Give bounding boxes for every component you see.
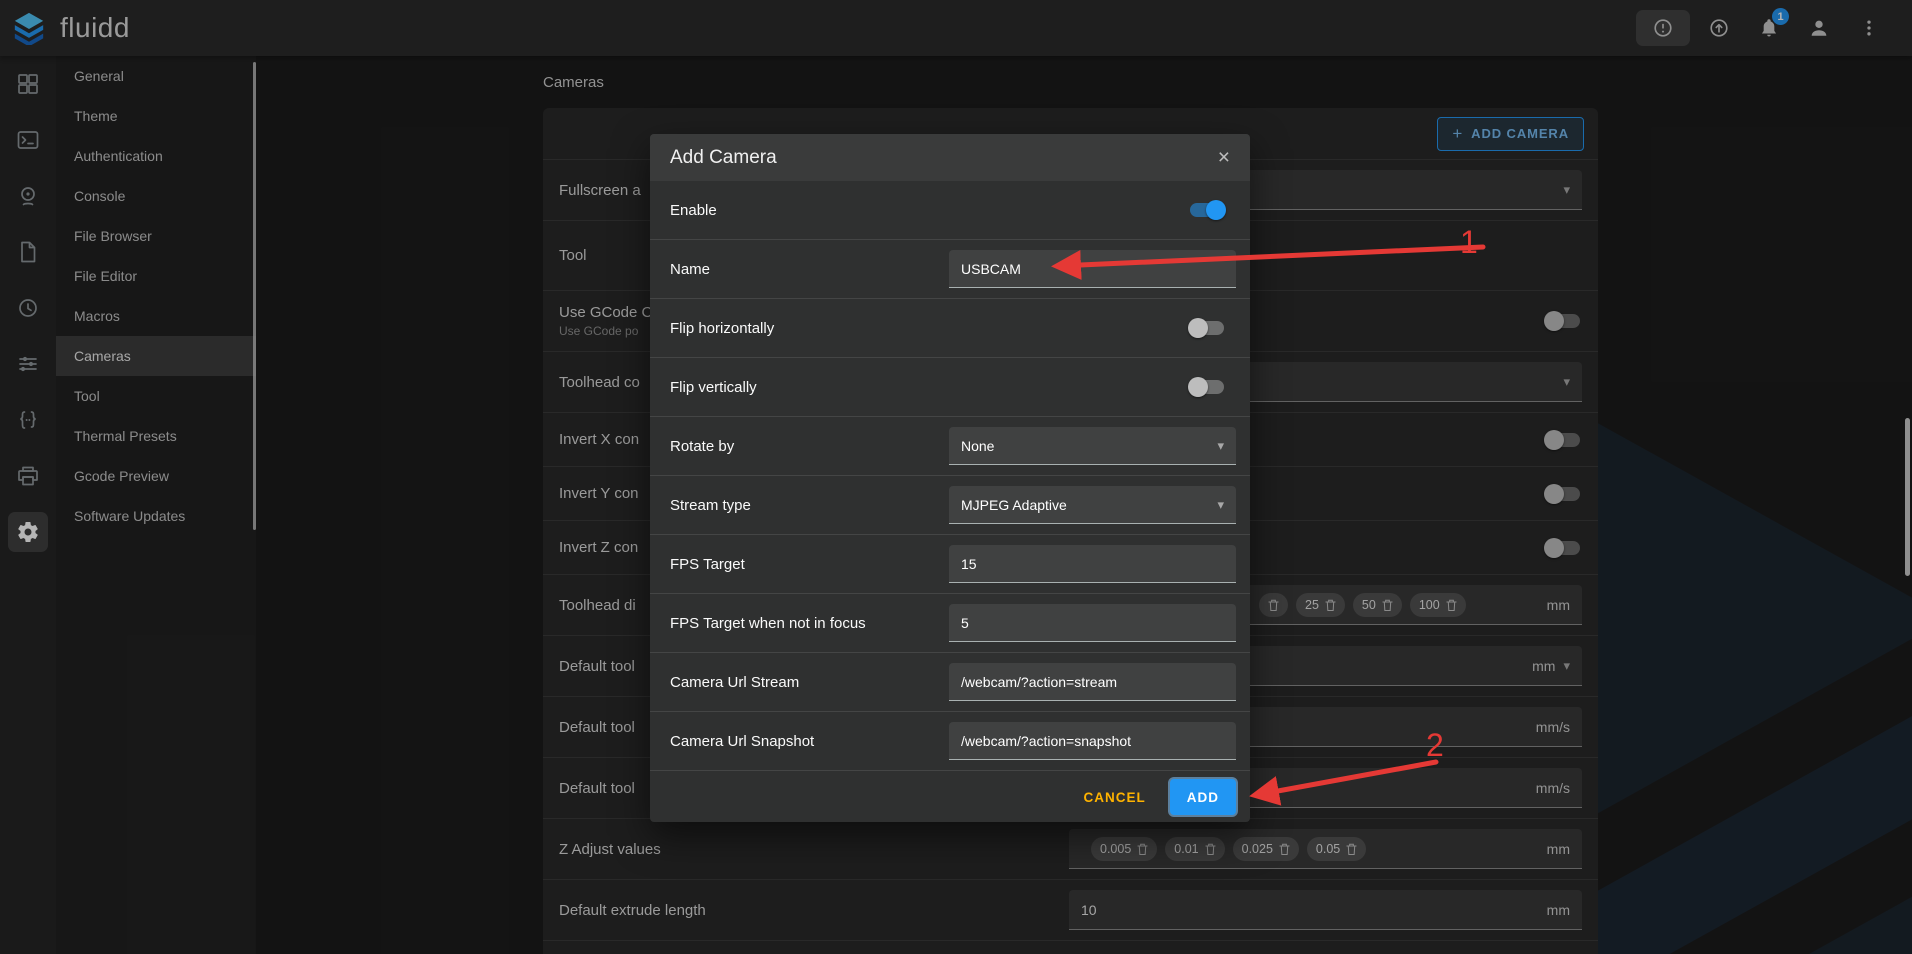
field-value: /webcam/?action=stream: [961, 674, 1117, 690]
modal-field-stream-type: Stream type MJPEG Adaptive ▾: [650, 476, 1250, 535]
modal-field-camera-url-snapshot: Camera Url Snapshot/webcam/?action=snaps…: [650, 712, 1250, 771]
modal-field-name: Name USBCAM: [650, 240, 1250, 299]
field-value: None: [961, 438, 994, 454]
page-scrollbar-thumb[interactable]: [1905, 418, 1910, 576]
modal-field-flip-vertically: Flip vertically: [650, 358, 1250, 417]
field-label: FPS Target when not in focus: [670, 615, 866, 632]
field-label: Enable: [670, 202, 717, 219]
field-value: 5: [961, 615, 969, 631]
field-label: Stream type: [670, 497, 751, 514]
modal-field-fps-target-when-not-in-focus: FPS Target when not in focus 5: [650, 594, 1250, 653]
input-camera-url-stream[interactable]: /webcam/?action=stream: [949, 663, 1236, 701]
toggle-flip-horizontally[interactable]: [1188, 318, 1226, 338]
modal-field-rotate-by: Rotate by None ▾: [650, 417, 1250, 476]
field-label: Flip horizontally: [670, 320, 774, 337]
field-label: FPS Target: [670, 556, 745, 573]
chevron-down-icon: ▾: [1217, 497, 1224, 513]
dialog-title-bar: Add Camera ×: [650, 134, 1250, 181]
field-label: Camera Url Stream: [670, 674, 799, 691]
field-value: USBCAM: [961, 261, 1021, 277]
field-label: Name: [670, 261, 710, 278]
input-name[interactable]: USBCAM: [949, 250, 1236, 288]
field-label: Camera Url Snapshot: [670, 733, 814, 750]
toggle-flip-vertically[interactable]: [1188, 377, 1226, 397]
dialog-fields: Enable Name USBCAM Flip horizontally Flip ve…: [650, 181, 1250, 771]
input-fps-target-when-not-in-focus[interactable]: 5: [949, 604, 1236, 642]
modal-field-flip-horizontally: Flip horizontally: [650, 299, 1250, 358]
select-stream-type[interactable]: MJPEG Adaptive ▾: [949, 486, 1236, 524]
field-label: Flip vertically: [670, 379, 757, 396]
add-camera-dialog: Add Camera × Enable Name USBCAM Flip horizo…: [650, 134, 1250, 822]
modal-field-camera-url-stream: Camera Url Stream/webcam/?action=stream: [650, 653, 1250, 712]
cancel-button[interactable]: CANCEL: [1076, 790, 1154, 805]
switch-thumb: [1188, 318, 1208, 338]
select-rotate-by[interactable]: None ▾: [949, 427, 1236, 465]
toggle-enable[interactable]: [1188, 200, 1226, 220]
modal-field-enable: Enable: [650, 181, 1250, 240]
field-label: Rotate by: [670, 438, 734, 455]
dialog-footer: CANCEL ADD: [650, 771, 1250, 823]
input-fps-target[interactable]: 15: [949, 545, 1236, 583]
fluidd-app: fluidd 1: [0, 0, 1912, 954]
dialog-title: Add Camera: [670, 147, 777, 169]
close-icon[interactable]: ×: [1218, 147, 1230, 168]
input-camera-url-snapshot[interactable]: /webcam/?action=snapshot: [949, 722, 1236, 760]
chevron-down-icon: ▾: [1217, 438, 1224, 454]
field-value: MJPEG Adaptive: [961, 497, 1067, 513]
switch-thumb: [1188, 377, 1208, 397]
modal-field-fps-target: FPS Target 15: [650, 535, 1250, 594]
switch-thumb: [1206, 200, 1226, 220]
field-value: 15: [961, 556, 977, 572]
add-button[interactable]: ADD: [1170, 779, 1236, 815]
field-value: /webcam/?action=snapshot: [961, 733, 1131, 749]
